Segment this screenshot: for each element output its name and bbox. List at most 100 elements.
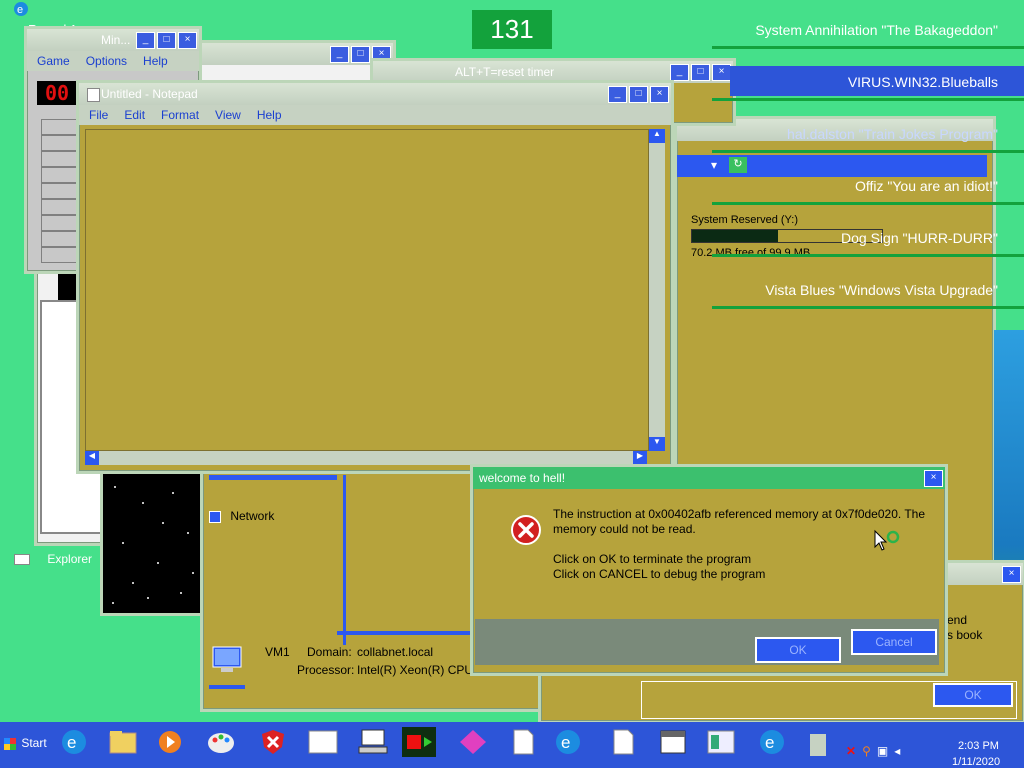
- virus-list: System Annihilation "The Bakageddon" VIR…: [700, 0, 1024, 320]
- explorer-label: Explorer: [47, 552, 93, 566]
- maximize-icon[interactable]: □: [157, 32, 176, 49]
- close-icon[interactable]: ×: [924, 470, 943, 487]
- virus-5: Dog Sign "HURR-DURR": [841, 230, 998, 246]
- mouse-cursor-icon: [873, 529, 903, 556]
- close-icon[interactable]: ×: [1002, 566, 1021, 583]
- vertical-scrollbar[interactable]: ▲ ▼: [649, 129, 665, 451]
- domain-value: collabnet.local: [357, 645, 434, 659]
- cancel-button[interactable]: Cancel: [851, 629, 937, 655]
- ie-desktop-icon[interactable]: e: [12, 0, 30, 18]
- error-dialog-titlebar[interactable]: welcome to hell!: [473, 467, 945, 489]
- explorer-desktop-icon[interactable]: Explorer: [14, 552, 92, 566]
- menu-options[interactable]: Options: [86, 51, 127, 71]
- ok-button[interactable]: OK: [755, 637, 841, 663]
- starfield-window[interactable]: [100, 470, 206, 616]
- virus-1: System Annihilation "The Bakageddon": [755, 22, 998, 38]
- minesweeper-title: Min...: [101, 33, 131, 47]
- svg-text:e: e: [561, 733, 570, 752]
- minimize-icon[interactable]: _: [330, 46, 349, 63]
- error-dialog[interactable]: welcome to hell! × The instruction at 0x…: [470, 464, 948, 676]
- tray-x-icon[interactable]: ✕: [846, 744, 856, 758]
- taskbar-computer-icon[interactable]: [356, 727, 390, 757]
- maximize-icon[interactable]: □: [629, 86, 648, 103]
- virus-4-bar: [712, 202, 1024, 205]
- nav-item-network[interactable]: Network: [209, 509, 274, 523]
- taskbar-media-icon[interactable]: [154, 727, 188, 757]
- virus-2: VIRUS.WIN32.Blueballs: [847, 74, 998, 90]
- notepad-window[interactable]: Untitled - Notepad _ □ × File Edit Format …: [76, 80, 674, 474]
- ok-hint: Click on OK to terminate the program: [553, 552, 752, 566]
- minimize-icon[interactable]: _: [136, 32, 155, 49]
- mine-counter: 00: [37, 81, 77, 105]
- svg-text:e: e: [67, 733, 76, 752]
- svg-text:e: e: [765, 733, 774, 752]
- back-dialog-ok-button[interactable]: OK: [933, 683, 1013, 707]
- menu-help[interactable]: Help: [257, 105, 282, 125]
- taskbar-scroll-icon[interactable]: [810, 734, 826, 756]
- taskbar-ie2-icon[interactable]: e: [552, 727, 586, 757]
- taskbar-ie3-icon[interactable]: e: [756, 727, 790, 757]
- virus-6-bar: [712, 306, 1024, 309]
- taskbar-window-icon[interactable]: [306, 727, 340, 757]
- tray-volume-icon[interactable]: ◂: [894, 744, 900, 758]
- tray-icons: ✕ ⚲ ▣ ◂: [846, 744, 900, 758]
- horizontal-scrollbar[interactable]: ◀ ▶: [85, 451, 647, 465]
- bottom-scroll-strip: [209, 685, 245, 689]
- mine-grid[interactable]: [41, 119, 77, 263]
- network-icon: [209, 510, 221, 523]
- taskbar-pink-icon[interactable]: [456, 727, 490, 757]
- menu-edit[interactable]: Edit: [124, 105, 145, 125]
- virus-3-bar: [712, 150, 1024, 153]
- taskbar-notepad-icon[interactable]: [704, 727, 738, 757]
- error-message-line-1: The instruction at 0x00402afb referenced…: [553, 507, 926, 521]
- network-label: Network: [230, 509, 275, 523]
- processor-label: Processor:: [297, 663, 355, 677]
- menu-game[interactable]: Game: [37, 51, 70, 71]
- cancel-hint: Click on CANCEL to debug the program: [553, 567, 766, 581]
- scroll-up-icon[interactable]: ▲: [649, 129, 665, 143]
- svg-text:e: e: [17, 4, 23, 16]
- scroll-left-icon[interactable]: ◀: [85, 451, 99, 465]
- clock-time[interactable]: 2:03 PM: [958, 740, 999, 752]
- virus-2-bar: [712, 98, 1024, 101]
- taskbar-ie-icon[interactable]: e: [58, 727, 92, 757]
- computer-icon: [209, 645, 245, 675]
- scroll-right-icon[interactable]: ▶: [633, 451, 647, 465]
- close-icon[interactable]: ×: [178, 32, 197, 49]
- start-label: Start: [21, 736, 47, 750]
- error-message-line-2: memory could not be read.: [553, 522, 696, 536]
- maximize-icon[interactable]: □: [351, 46, 370, 63]
- notepad-titlebar[interactable]: Untitled - Notepad: [79, 83, 671, 105]
- folder-icon: [14, 554, 30, 566]
- error-icon: [511, 515, 541, 548]
- clock-date[interactable]: 1/11/2020: [952, 756, 1000, 768]
- scroll-down-icon[interactable]: ▼: [649, 437, 665, 451]
- notepad-title: Untitled - Notepad: [101, 87, 198, 101]
- taskbar-calendar-icon[interactable]: [656, 727, 690, 757]
- timer-title: ALT+T=reset timer: [455, 65, 555, 79]
- start-button[interactable]: Start: [4, 736, 47, 750]
- virus-5-bar: [712, 254, 1024, 257]
- minimize-icon[interactable]: _: [670, 64, 689, 81]
- taskbar-paint-icon[interactable]: [204, 727, 238, 757]
- taskbar-explorer-icon[interactable]: [106, 727, 140, 757]
- notepad-icon: [87, 88, 100, 102]
- virus-1-bar: [712, 46, 1024, 49]
- tray-network-icon[interactable]: ▣: [877, 744, 888, 758]
- menu-format[interactable]: Format: [161, 105, 199, 125]
- minimize-icon[interactable]: _: [608, 86, 627, 103]
- taskbar-game-icon[interactable]: [402, 727, 436, 757]
- menu-view[interactable]: View: [215, 105, 241, 125]
- taskbar-document2-icon[interactable]: [606, 727, 640, 757]
- back-dialog-text-2: s book: [947, 628, 983, 642]
- menu-file[interactable]: File: [89, 105, 108, 125]
- starfield-image: [112, 486, 194, 604]
- taskbar-document-icon[interactable]: [506, 727, 540, 757]
- score-counter: 131: [472, 10, 552, 49]
- processor-value: Intel(R) Xeon(R) CPU: [357, 663, 474, 677]
- close-icon[interactable]: ×: [650, 86, 669, 103]
- notepad-text-area[interactable]: [85, 129, 649, 451]
- tray-search-icon[interactable]: ⚲: [862, 744, 871, 758]
- menu-help[interactable]: Help: [143, 51, 168, 71]
- taskbar-shield-icon[interactable]: [256, 727, 290, 757]
